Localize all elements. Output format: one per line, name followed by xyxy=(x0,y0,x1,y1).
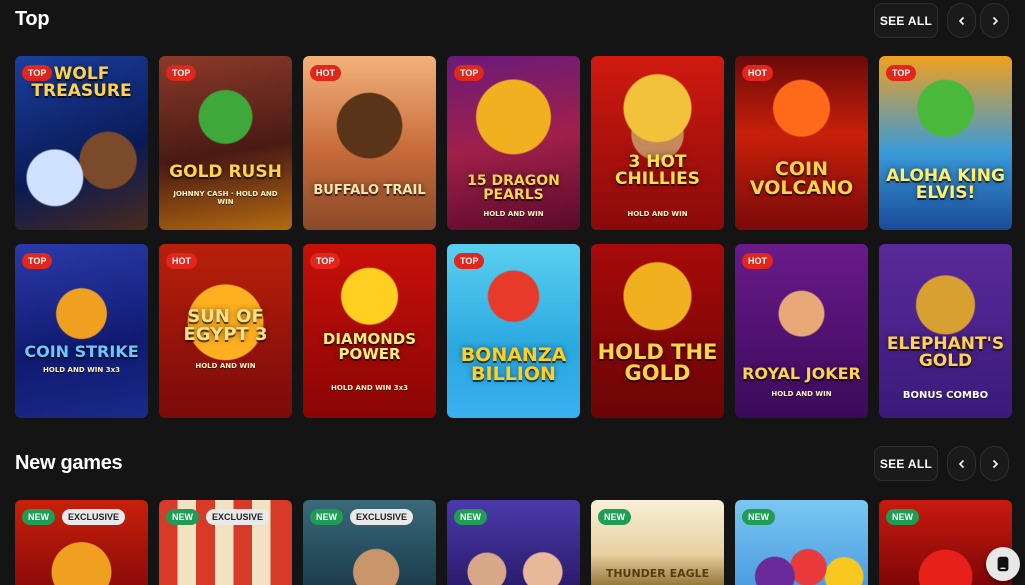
game-tile-elephants-gold[interactable]: Elephant's Gold BONUS COMBO xyxy=(879,244,1012,418)
game-tile-diamonds-power[interactable]: TOP Diamonds Power HOLD AND WIN 3x3 xyxy=(303,244,436,418)
new-game-tile[interactable]: NEW xyxy=(447,500,580,585)
exclusive-badge: EXCLUSIVE xyxy=(206,509,270,525)
hot-badge: HOT xyxy=(742,253,773,269)
new-games-next-button[interactable] xyxy=(980,446,1009,481)
new-game-tile[interactable]: NEW EXCLUSIVE xyxy=(303,500,436,585)
game-title: Hold the Gold xyxy=(597,340,718,385)
new-badge: NEW xyxy=(886,509,919,525)
game-tile-wolf-treasure[interactable]: TOP Wolf Treasure xyxy=(15,56,148,230)
game-tile-hold-the-gold[interactable]: Hold the Gold xyxy=(591,244,724,418)
new-game-tile[interactable]: NEW EXCLUSIVE xyxy=(15,500,148,585)
top-badge: TOP xyxy=(886,65,917,81)
game-tile-sun-of-egypt-3[interactable]: HOT Sun of Egypt 3 HOLD AND WIN xyxy=(159,244,292,418)
chat-button[interactable] xyxy=(986,547,1020,581)
new-games-section-title: New games xyxy=(15,452,123,474)
top-badge: TOP xyxy=(454,65,485,81)
new-game-tile[interactable]: NEW Thunder Eagle xyxy=(591,500,724,585)
new-badge: NEW xyxy=(454,509,487,525)
game-tile-coin-strike[interactable]: TOP Coin Strike HOLD AND WIN 3x3 xyxy=(15,244,148,418)
game-title: 15 Dragon Pearls xyxy=(467,173,560,203)
exclusive-badge: EXCLUSIVE xyxy=(350,509,414,525)
game-tile-3-hot-chillies[interactable]: 3 Hot Chillies HOLD AND WIN xyxy=(591,56,724,230)
new-badge: NEW xyxy=(166,509,199,525)
chevron-left-icon xyxy=(958,459,964,468)
game-subtitle: HOLD AND WIN xyxy=(771,390,832,398)
game-title: Wolf Treasure xyxy=(31,64,132,101)
game-subtitle: HOLD AND WIN xyxy=(483,210,544,218)
chevron-right-icon xyxy=(992,459,998,468)
game-tile-royal-joker[interactable]: HOT Royal Joker HOLD AND WIN xyxy=(735,244,868,418)
game-subtitle: HOLD AND WIN xyxy=(195,362,256,370)
new-game-tile[interactable]: NEW xyxy=(735,500,868,585)
new-games-prev-button[interactable] xyxy=(947,446,976,481)
new-games-see-all-button[interactable]: SEE ALL xyxy=(874,446,938,481)
game-title: Coin Strike xyxy=(24,342,139,361)
top-prev-button[interactable] xyxy=(947,3,976,38)
game-title: Diamonds Power xyxy=(322,330,417,363)
game-title: 3 Hot Chillies xyxy=(615,152,700,189)
game-subtitle: HOLD AND WIN 3x3 xyxy=(331,384,408,392)
game-subtitle: HOLD AND WIN xyxy=(627,210,688,218)
top-badge: TOP xyxy=(454,253,485,269)
top-badge: TOP xyxy=(166,65,197,81)
chat-icon xyxy=(997,556,1009,572)
top-see-all-button[interactable]: SEE ALL xyxy=(874,3,938,38)
game-tile-gold-rush[interactable]: TOP Gold Rush JOHNNY CASH · HOLD AND WIN xyxy=(159,56,292,230)
game-tile-15-dragon-pearls[interactable]: TOP 15 Dragon Pearls HOLD AND WIN xyxy=(447,56,580,230)
chevron-left-icon xyxy=(958,16,964,25)
top-badge: TOP xyxy=(22,253,53,269)
top-next-button[interactable] xyxy=(980,3,1009,38)
new-badge: NEW xyxy=(742,509,775,525)
game-tile-coin-volcano[interactable]: HOT Coin Volcano xyxy=(735,56,868,230)
hot-badge: HOT xyxy=(310,65,341,81)
game-title: Buffalo Trail xyxy=(313,183,426,198)
game-tile-buffalo-trail[interactable]: HOT Buffalo Trail xyxy=(303,56,436,230)
top-section-title: Top xyxy=(15,8,50,30)
game-title: Aloha King Elvis! xyxy=(886,166,1005,203)
game-subtitle: BONUS COMBO xyxy=(902,390,989,401)
hot-badge: HOT xyxy=(166,253,197,269)
hot-badge: HOT xyxy=(742,65,773,81)
game-tile-bonanza-billion[interactable]: TOP Bonanza Billion xyxy=(447,244,580,418)
top-badge: TOP xyxy=(310,253,341,269)
game-subtitle: JOHNNY CASH · HOLD AND WIN xyxy=(173,190,278,206)
game-title: Thunder Eagle xyxy=(605,567,710,580)
new-badge: NEW xyxy=(598,509,631,525)
exclusive-badge: EXCLUSIVE xyxy=(62,509,126,525)
game-title: Royal Joker xyxy=(742,364,861,383)
new-badge: NEW xyxy=(22,509,55,525)
new-game-tile[interactable]: NEW EXCLUSIVE xyxy=(159,500,292,585)
game-title: Coin Volcano xyxy=(749,158,854,199)
chevron-right-icon xyxy=(992,16,998,25)
game-title: Bonanza Billion xyxy=(460,344,567,385)
game-title: Elephant's Gold xyxy=(886,334,1005,371)
new-badge: NEW xyxy=(310,509,343,525)
game-title: Gold Rush xyxy=(169,162,282,182)
game-tile-aloha-king-elvis[interactable]: TOP Aloha King Elvis! xyxy=(879,56,1012,230)
game-title: Sun of Egypt 3 xyxy=(183,306,268,345)
game-subtitle: HOLD AND WIN 3x3 xyxy=(43,366,120,374)
